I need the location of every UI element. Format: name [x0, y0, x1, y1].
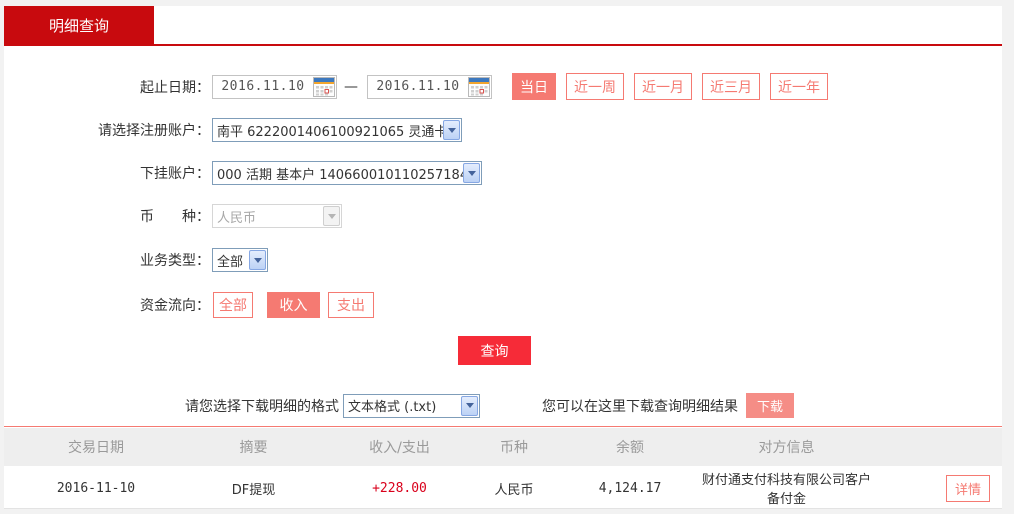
cell-action: 详情	[875, 474, 1002, 502]
calendar-icon[interactable]	[313, 76, 335, 97]
query-button[interactable]: 查询	[458, 336, 531, 365]
cell-counterparty: 财付通支付科技有限公司客户备付金	[701, 473, 871, 507]
col-header-counterparty: 对方信息	[758, 440, 815, 456]
business-type-row: 业务类型： 全部	[4, 248, 268, 272]
business-type-label: 业务类型：	[140, 253, 210, 269]
quick-range-month-button[interactable]: 近一月	[634, 73, 692, 100]
quick-range-quarter-button[interactable]: 近三月	[702, 73, 760, 100]
currency-label: 币 种：	[140, 209, 210, 225]
date-range-row: 起止日期： 2016.11.10 — 2016.11.10 当日 近一周 近一月…	[4, 73, 828, 100]
download-hint: 您可以在这里下载查询明细结果	[542, 398, 738, 415]
date-range-separator: —	[344, 78, 358, 95]
tab-underline	[4, 44, 1002, 46]
cell-amount: +228.00	[372, 480, 427, 496]
fund-flow-expense-button[interactable]: 支出	[328, 292, 374, 318]
business-type-select[interactable]: 全部	[212, 248, 268, 272]
cell-date: 2016-11-10	[56, 480, 136, 496]
chevron-down-icon[interactable]	[249, 250, 266, 270]
content-panel: 明细查询 起止日期： 2016.11.10 — 2016.11.10 当日 近一…	[4, 6, 1002, 509]
chevron-down-icon	[323, 206, 340, 226]
cell-balance: 4,124.17	[598, 480, 662, 496]
col-header-currency: 币种	[500, 440, 528, 456]
sub-account-label: 下挂账户：	[140, 166, 210, 182]
table-row: 2016-11-10 DF提现 +228.00 人民币 4,124.17 财付通…	[4, 468, 1002, 509]
fund-flow-income-button[interactable]: 收入	[267, 292, 320, 318]
currency-select: 人民币	[212, 204, 342, 228]
chevron-down-icon[interactable]	[463, 163, 480, 183]
start-date-input[interactable]: 2016.11.10	[212, 74, 337, 99]
download-format-label: 请您选择下载明细的格式	[185, 398, 339, 415]
cell-summary: DF提现	[231, 482, 276, 498]
table-top-divider	[4, 426, 1002, 427]
register-account-select[interactable]: 南平 6222001406100921065 灵通卡	[212, 118, 462, 142]
download-format-value: 文本格式 (.txt)	[348, 400, 437, 415]
register-account-label: 请选择注册账户：	[98, 123, 210, 139]
end-date-value: 2016.11.10	[376, 79, 460, 94]
tab-detail-query[interactable]: 明细查询	[4, 6, 154, 44]
col-header-date: 交易日期	[68, 440, 124, 456]
sub-account-row: 下挂账户： 000 活期 基本户 1406600101102571848	[4, 161, 482, 185]
sub-account-select[interactable]: 000 活期 基本户 1406600101102571848	[212, 161, 482, 185]
chevron-down-icon[interactable]	[461, 395, 478, 416]
register-account-value: 南平 6222001406100921065 灵通卡	[217, 124, 443, 140]
quick-range-week-button[interactable]: 近一周	[566, 73, 624, 100]
col-header-balance: 余额	[616, 440, 644, 456]
cell-currency: 人民币	[494, 482, 534, 498]
end-date-input[interactable]: 2016.11.10	[367, 74, 492, 99]
start-date-value: 2016.11.10	[221, 79, 305, 94]
register-account-row: 请选择注册账户： 南平 6222001406100921065 灵通卡	[4, 118, 462, 142]
table-header: 交易日期 摘要 收入/支出 币种 余额 对方信息	[4, 428, 1002, 466]
fund-flow-row: 资金流向：	[4, 292, 210, 318]
quick-range-today-button[interactable]: 当日	[512, 73, 556, 100]
business-type-value: 全部	[217, 254, 244, 270]
currency-row: 币 种： 人民币	[4, 204, 342, 228]
tab-label: 明细查询	[48, 16, 109, 35]
fund-flow-all-button[interactable]: 全部	[213, 292, 253, 318]
download-button[interactable]: 下载	[746, 393, 794, 418]
date-range-label: 起止日期：	[140, 79, 210, 96]
calendar-icon[interactable]	[468, 76, 490, 97]
currency-value: 人民币	[217, 210, 257, 226]
download-row: 请您选择下载明细的格式 文本格式 (.txt) 您可以在这里下载查询明细结果 下…	[4, 393, 1002, 418]
col-header-amount: 收入/支出	[369, 440, 430, 456]
fund-flow-label: 资金流向：	[140, 298, 210, 314]
chevron-down-icon[interactable]	[443, 120, 460, 140]
detail-button[interactable]: 详情	[946, 474, 990, 502]
quick-range-year-button[interactable]: 近一年	[770, 73, 828, 100]
sub-account-value: 000 活期 基本户 1406600101102571848	[217, 167, 463, 183]
download-format-select[interactable]: 文本格式 (.txt)	[343, 393, 480, 418]
col-header-summary: 摘要	[239, 440, 268, 456]
